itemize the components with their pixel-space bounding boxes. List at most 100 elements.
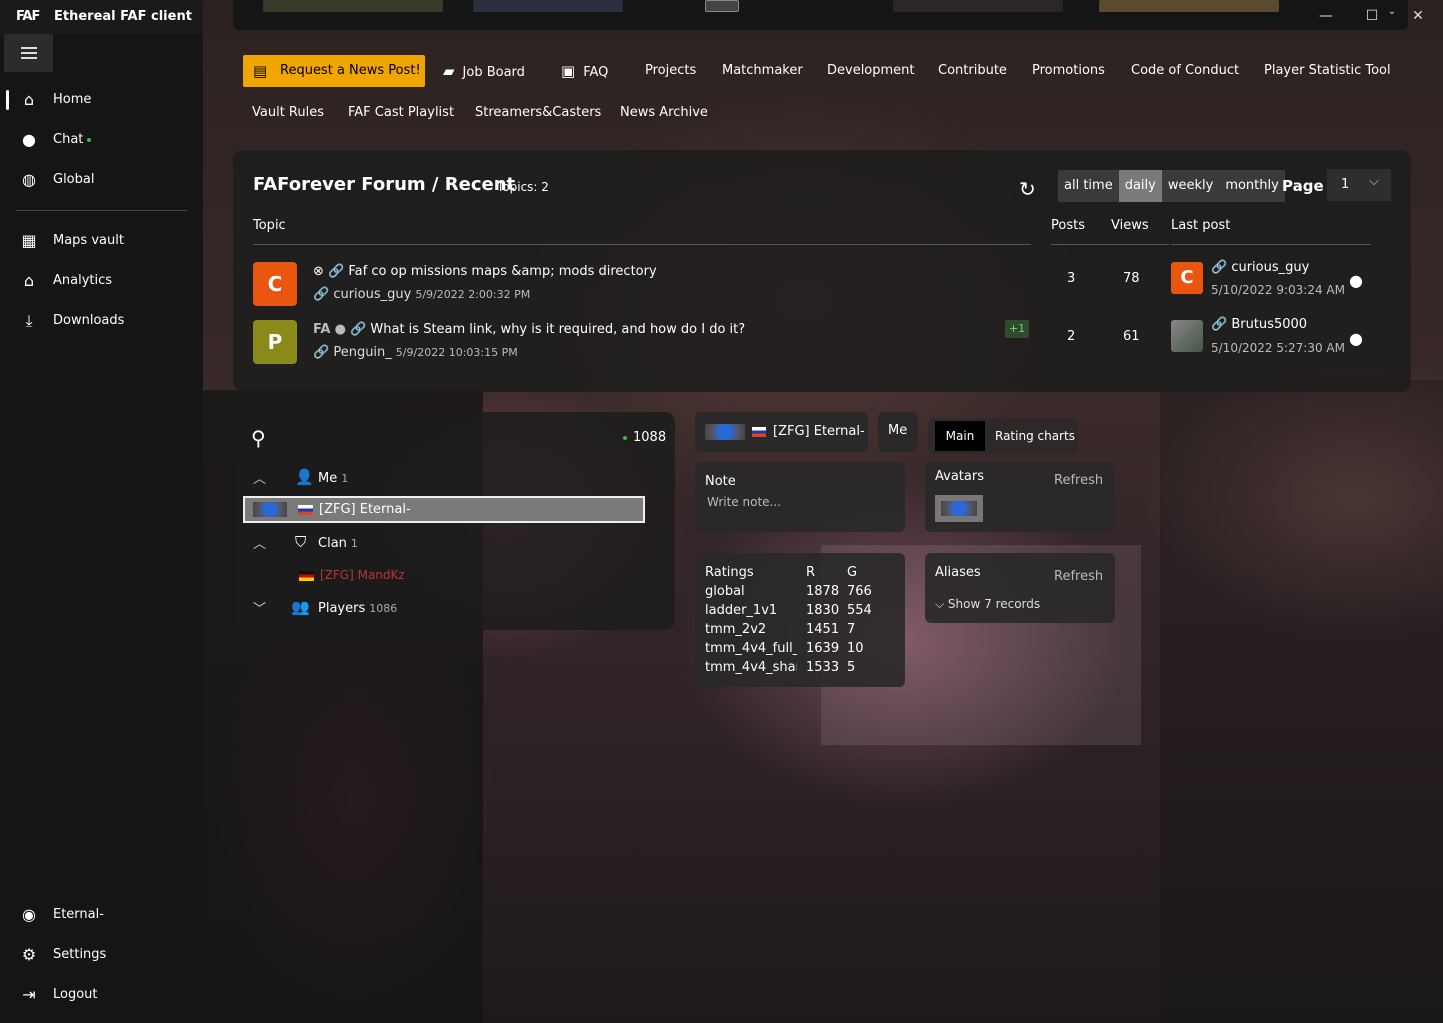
minimize-button[interactable]: —: [1314, 6, 1338, 26]
avatar[interactable]: C: [253, 262, 297, 306]
topic-author[interactable]: curious_guy: [333, 287, 411, 302]
nav-contribute[interactable]: Contribute: [938, 63, 1007, 78]
me-label: Me: [888, 423, 908, 438]
request-news-button[interactable]: ▤ Request a News Post!: [243, 55, 425, 87]
person-icon: 👤: [295, 468, 314, 486]
games-value: 5: [847, 660, 856, 675]
maximize-button[interactable]: ☐: [1360, 6, 1384, 26]
globe-icon: ◍: [22, 170, 36, 189]
topic-posts: 2: [1067, 329, 1076, 344]
sidebar-item-chat[interactable]: ● Chat: [0, 122, 203, 158]
search-icon[interactable]: ⚲: [251, 426, 266, 450]
last-post-date: 5/10/2022 5:27:30 AM: [1211, 341, 1345, 355]
player-chip[interactable]: [ZFG] Eternal-: [695, 412, 868, 452]
group-players[interactable]: ﹀ 👥 Players 1086: [233, 594, 675, 622]
nav-player-statistic-tool[interactable]: Player Statistic Tool: [1264, 63, 1391, 78]
note-input[interactable]: Write note...: [707, 495, 781, 509]
pin-icon: ●: [330, 322, 351, 337]
nav-promotions[interactable]: Promotions: [1032, 63, 1105, 78]
tab-main[interactable]: Main: [935, 421, 985, 451]
aliases-card: Aliases Refresh ⌵ Show 7 records: [925, 553, 1115, 623]
nav-streamers-casters[interactable]: Streamers&Casters: [475, 105, 601, 120]
hamburger-icon: [21, 52, 37, 54]
selected-player-row[interactable]: [ZFG] Eternal-: [243, 496, 645, 523]
group-me[interactable]: ︿ 👤 Me 1: [233, 464, 675, 492]
avatar-option[interactable]: [935, 495, 983, 522]
topic-prefix: FA: [313, 322, 331, 337]
nav-projects[interactable]: Projects: [645, 63, 696, 78]
topic-author[interactable]: Penguin_: [333, 345, 391, 360]
sidebar-item-logout[interactable]: ⇥ Logout: [0, 977, 203, 1013]
tab-rating-charts[interactable]: Rating charts: [995, 429, 1075, 443]
sidebar-item-analytics[interactable]: ⌂ Analytics: [0, 263, 203, 299]
nav-vault-rules[interactable]: Vault Rules: [252, 105, 324, 120]
topic-title[interactable]: FA ● 🔗 What is Steam link, why is it req…: [313, 322, 745, 337]
sidebar-item-label: Home: [53, 92, 92, 107]
chat-bubble-icon[interactable]: ●: [1349, 329, 1363, 348]
filter-weekly[interactable]: weekly: [1162, 170, 1219, 202]
chat-bubble-icon[interactable]: ●: [1349, 271, 1363, 290]
group-clan[interactable]: ︿ ⛉ Clan 1: [233, 529, 675, 557]
sidebar-item-home[interactable]: ⌂ Home: [0, 82, 203, 118]
chevron-up-icon: ︿: [253, 472, 267, 487]
rating-value: 1451: [806, 622, 840, 637]
column-last-post: Last post: [1171, 218, 1231, 233]
divider: [1051, 244, 1169, 245]
news-button-label: Request a News Post!: [280, 63, 421, 78]
game-thumbnail[interactable]: [473, 0, 623, 12]
aliases-refresh-button[interactable]: Refresh: [1054, 569, 1103, 584]
filter-daily[interactable]: daily: [1118, 170, 1162, 202]
nav-code-of-conduct[interactable]: Code of Conduct: [1131, 63, 1239, 78]
profile-tabs: Main Rating charts: [928, 418, 1078, 454]
nav-faq[interactable]: ▣ FAQ: [561, 62, 608, 80]
topic-meta: 🔗 Penguin_ 5/9/2022 10:03:15 PM: [313, 345, 518, 360]
game-thumbnail[interactable]: [1099, 0, 1279, 12]
last-post-author[interactable]: 🔗 curious_guy: [1211, 260, 1309, 275]
online-dot: [623, 435, 627, 440]
logout-icon: ⇥: [22, 985, 36, 1004]
sidebar-item-maps-vault[interactable]: ▦ Maps vault: [0, 223, 203, 259]
player-avatar: [253, 502, 287, 517]
show-records-toggle[interactable]: ⌵ Show 7 records: [935, 597, 1040, 612]
russia-flag-icon: [298, 505, 313, 515]
filter-all-time[interactable]: all time: [1058, 170, 1119, 202]
column-posts: Posts: [1051, 218, 1085, 233]
last-post-author[interactable]: 🔗 Brutus5000: [1211, 317, 1307, 332]
games-value: 554: [847, 603, 872, 618]
game-thumbnail[interactable]: [893, 0, 1063, 12]
nav-development[interactable]: Development: [827, 63, 915, 78]
sidebar-item-label: Analytics: [53, 273, 113, 288]
me-button[interactable]: Me: [878, 412, 918, 452]
nav-job-board[interactable]: ▰ Job Board: [443, 62, 525, 80]
link-icon: 🔗: [1211, 260, 1232, 275]
sidebar-item-settings[interactable]: ⚙ Settings: [0, 937, 203, 973]
close-button[interactable]: ✕: [1406, 6, 1430, 26]
rating-value: 1830: [806, 603, 840, 618]
avatar[interactable]: C: [1171, 262, 1203, 294]
refresh-icon[interactable]: ↻: [1019, 177, 1036, 201]
avatar[interactable]: [1171, 320, 1203, 352]
app-title: Ethereal FAF client: [54, 9, 192, 24]
rating-value: 1639: [806, 641, 840, 656]
avatars-refresh-button[interactable]: Refresh: [1054, 473, 1103, 488]
game-thumbnail[interactable]: [263, 0, 443, 12]
sidebar-item-global[interactable]: ◍ Global: [0, 162, 203, 198]
account-icon: ◉: [22, 905, 36, 924]
nav-news-archive[interactable]: News Archive: [620, 105, 708, 120]
nav-faf-cast-playlist[interactable]: FAF Cast Playlist: [348, 105, 454, 120]
game-thumbnail[interactable]: [705, 0, 739, 12]
group-label: Me 1: [318, 471, 349, 486]
menu-button[interactable]: [4, 34, 53, 72]
chevron-down-icon: ⌵: [935, 597, 948, 611]
nav-matchmaker[interactable]: Matchmaker: [722, 63, 803, 78]
avatar[interactable]: P: [253, 320, 297, 364]
sidebar-item-account[interactable]: ◉ Eternal-: [0, 897, 203, 933]
sidebar-item-downloads[interactable]: ⤓ Downloads: [0, 303, 203, 339]
hamburger-icon: [21, 47, 37, 49]
app-logo: FAF: [16, 9, 40, 24]
topics-count: Topics: 2: [497, 180, 549, 194]
link-icon: 🔗: [1211, 317, 1232, 332]
filter-monthly[interactable]: monthly: [1219, 170, 1285, 202]
topic-title[interactable]: ⊗ 🔗 Faf co op missions maps &amp; mods d…: [313, 264, 657, 279]
page-select[interactable]: 1 ⌵: [1327, 169, 1391, 201]
